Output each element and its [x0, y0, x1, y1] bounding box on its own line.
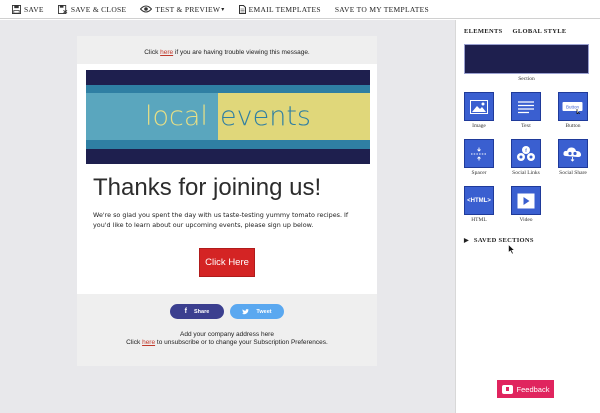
caret-down-icon: ▾	[221, 6, 225, 13]
email-templates-button[interactable]: EMAIL TEMPLATES	[238, 4, 321, 14]
test-preview-button[interactable]: TEST & PREVIEW ▾	[140, 5, 224, 14]
text-icon	[518, 100, 534, 113]
facebook-share-button[interactable]: f Share	[170, 304, 224, 319]
caret-right-icon: ▶	[464, 238, 469, 244]
banner-image[interactable]: local events	[86, 70, 370, 164]
share-label: Share	[194, 308, 210, 315]
company-address: Add your company address here	[180, 331, 274, 338]
social-links-icon: f	[517, 145, 535, 161]
email-footer: f Share Tweet Add your company address h…	[77, 294, 377, 366]
unsubscribe-line: Click here to unsubscribe or to change y…	[77, 339, 377, 346]
save-to-templates-button[interactable]: SAVE TO MY TEMPLATES	[335, 5, 429, 14]
video-icon	[517, 193, 535, 208]
view-online-link[interactable]: here	[160, 49, 173, 56]
view-online-bar: Click here if you are having trouble vie…	[77, 36, 377, 64]
view-online-prefix: Click	[144, 49, 159, 56]
social-links-element-tile[interactable]: f	[511, 139, 541, 168]
feedback-button[interactable]: Feedback	[497, 380, 554, 398]
section-element-label: Section	[518, 76, 535, 82]
document-icon	[238, 4, 246, 14]
text-element-label: Text	[521, 123, 531, 129]
toolbar: SAVE SAVE & CLOSE TEST & PREVIEW ▾ EMAIL…	[0, 0, 600, 19]
email-templates-label: EMAIL TEMPLATES	[248, 4, 321, 14]
saved-sections-label: SAVED SECTIONS	[473, 237, 534, 244]
spacer-icon	[471, 147, 487, 160]
video-element-label: Video	[519, 217, 533, 223]
mouse-pointer-icon	[508, 244, 516, 255]
image-icon	[470, 99, 488, 114]
twitter-tweet-button[interactable]: Tweet	[230, 304, 284, 319]
panel-tabs: ELEMENTS GLOBAL STYLE	[464, 28, 577, 35]
spacer-element-tile[interactable]	[464, 139, 494, 168]
save-close-icon	[57, 4, 68, 14]
social-share-element-label: Social Share	[559, 170, 587, 176]
feedback-label: Feedback	[516, 384, 550, 394]
save-close-button[interactable]: SAVE & CLOSE	[57, 4, 127, 14]
save-label: SAVE	[24, 4, 44, 14]
banner-word-local: local	[145, 101, 208, 132]
email-body: local events Thanks for joining us! We'r…	[77, 64, 377, 294]
html-element-label: HTML	[471, 217, 487, 223]
view-online-suffix: if you are having trouble viewing this m…	[174, 49, 310, 56]
html-icon: <HTML>	[467, 197, 491, 204]
floppy-disk-icon	[12, 4, 21, 14]
html-element-tile[interactable]: <HTML>	[464, 186, 494, 215]
feedback-icon	[501, 384, 513, 394]
banner-word-events: events	[220, 101, 311, 132]
social-share-element-tile[interactable]	[558, 139, 588, 168]
tab-global-style[interactable]: GLOBAL STYLE	[513, 28, 567, 35]
unsub-suffix: to unsubscribe or to change your Subscri…	[156, 339, 328, 346]
save-button[interactable]: SAVE	[12, 4, 44, 14]
social-share-row: f Share Tweet	[77, 304, 377, 319]
social-share-icon	[563, 146, 582, 162]
save-close-label: SAVE & CLOSE	[70, 4, 127, 14]
spacer-element-label: Spacer	[471, 170, 487, 176]
email-headline[interactable]: Thanks for joining us!	[93, 174, 321, 202]
save-to-templates-label: SAVE TO MY TEMPLATES	[334, 4, 429, 14]
saved-sections-toggle[interactable]: ▶ SAVED SECTIONS	[464, 237, 534, 244]
unsub-prefix: Click	[126, 339, 141, 346]
video-element-tile[interactable]	[511, 186, 541, 215]
section-element-tile[interactable]	[464, 44, 589, 74]
text-element-tile[interactable]	[511, 92, 541, 121]
twitter-bird-icon	[242, 308, 250, 314]
tab-elements[interactable]: ELEMENTS	[464, 28, 503, 35]
email-canvas: Click here if you are having trouble vie…	[0, 20, 455, 413]
facebook-icon: f	[184, 308, 188, 315]
image-element-label: Image	[472, 123, 486, 129]
elements-panel: ELEMENTS GLOBAL STYLE Section Image Text…	[455, 20, 600, 413]
image-element-tile[interactable]	[464, 92, 494, 121]
button-icon-text: Button	[566, 104, 580, 109]
button-element-label: Button	[565, 123, 581, 129]
tweet-label: Tweet	[256, 308, 272, 315]
eye-icon	[140, 5, 153, 13]
email-preview: Click here if you are having trouble vie…	[77, 36, 377, 366]
test-preview-label: TEST & PREVIEW	[155, 4, 221, 14]
email-paragraph[interactable]: We're so glad you spent the day with us …	[93, 210, 363, 230]
unsubscribe-link[interactable]: here	[142, 339, 155, 346]
social-links-element-label: Social Links	[512, 170, 540, 176]
cta-button[interactable]: Click Here	[199, 248, 255, 277]
button-element-tile[interactable]: Button	[558, 92, 588, 121]
button-icon: Button	[562, 101, 583, 114]
